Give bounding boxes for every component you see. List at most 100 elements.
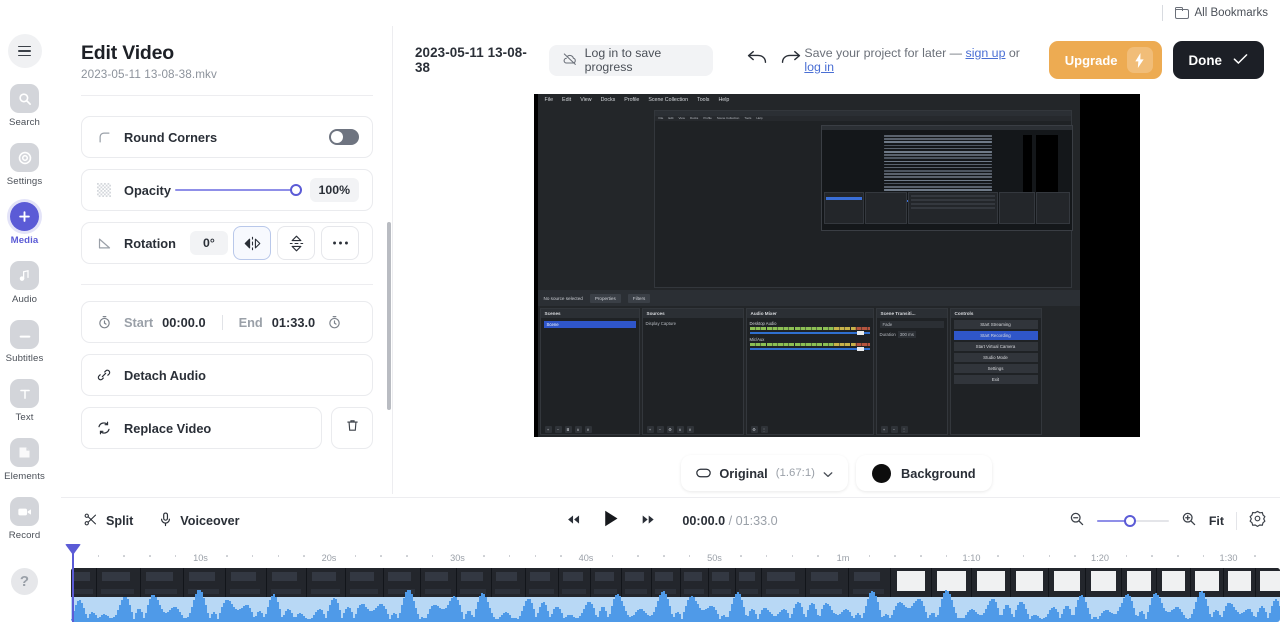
scissors-icon <box>83 512 98 530</box>
timeline[interactable]: 10s 20s 30s 40s 50s 1m 1:10 1:20 1:30 <box>61 544 1280 622</box>
ruler-minor-tick <box>508 555 511 557</box>
project-title[interactable]: 2023-05-11 13-08-38 <box>415 45 532 75</box>
video-clip[interactable] <box>71 568 1280 622</box>
obs-audio-mixer-title: Audio Mixer <box>746 309 873 318</box>
login-to-save-button[interactable]: Log in to save progress <box>548 44 714 76</box>
round-corners-toggle[interactable] <box>329 129 359 145</box>
delete-clip-button[interactable] <box>331 407 373 449</box>
all-bookmarks-button[interactable]: All Bookmarks <box>1174 7 1268 19</box>
ruler-minor-tick <box>277 555 280 557</box>
start-value[interactable]: 00:00.0 <box>162 315 205 330</box>
sidebar-item-settings[interactable]: Settings <box>0 143 49 187</box>
redo-arrow-icon <box>780 50 802 71</box>
clip-thumbnail <box>806 568 849 597</box>
upgrade-label: Upgrade <box>1064 52 1118 68</box>
obs-menu-docks: Docks <box>600 97 616 103</box>
round-corners-row[interactable]: Round Corners <box>81 116 373 158</box>
sidebar-label-elements: Elements <box>4 471 45 482</box>
help-icon[interactable]: ? <box>11 568 38 595</box>
obs-menu-view: View <box>580 97 592 103</box>
flip-vertical-button[interactable] <box>277 226 315 260</box>
end-value[interactable]: 01:33.0 <box>272 315 315 330</box>
undo-button[interactable] <box>743 45 771 75</box>
ruler-minor-tick <box>688 555 691 557</box>
opacity-slider-knob[interactable] <box>289 184 302 196</box>
aspect-ratio-button[interactable]: Original (1.67:1) <box>681 455 848 491</box>
sidebar-item-record[interactable]: Record <box>0 497 49 541</box>
end-stopwatch-icon[interactable] <box>325 315 343 330</box>
zoom-out-button[interactable] <box>1069 511 1085 532</box>
sidebar-item-text[interactable]: Text <box>0 379 49 423</box>
stopwatch-icon[interactable] <box>95 315 113 330</box>
ruler-minor-tick <box>303 555 305 557</box>
playhead[interactable] <box>72 544 74 622</box>
zoom-in-button[interactable] <box>1181 511 1197 532</box>
opacity-value[interactable]: 100% <box>309 178 359 202</box>
rewind-button[interactable] <box>563 511 583 531</box>
obs-transition-mode: Fade <box>879 321 944 328</box>
fit-button[interactable]: Fit <box>1209 514 1224 528</box>
ruler-minor-tick <box>637 555 639 557</box>
ruler-minor-tick <box>380 555 382 557</box>
obs-scene-item: Scene <box>543 321 636 328</box>
obs-properties-label: Properties <box>594 295 616 301</box>
obs-nested-window: File Edit View Docks Profile Scene Collection… <box>653 110 1073 288</box>
clip-thumbnail <box>346 568 384 597</box>
panel-scrollbar[interactable] <box>387 222 391 410</box>
video-camera-icon <box>10 497 39 526</box>
undo-arrow-icon <box>746 50 768 71</box>
ruler-minor-tick <box>483 555 485 557</box>
done-button[interactable]: Done <box>1172 41 1264 79</box>
sidebar-item-media[interactable]: Media <box>0 202 49 246</box>
trim-divider <box>221 314 223 330</box>
log-in-link[interactable]: log in <box>804 60 834 74</box>
clip-thumbnail <box>492 568 526 597</box>
background-button[interactable]: Background <box>855 455 992 491</box>
video-preview[interactable]: File Edit View Docks Profile Scene Colle… <box>533 94 1140 437</box>
obs-level-meter-mic <box>749 343 870 346</box>
timeline-ruler[interactable]: 10s 20s 30s 40s 50s 1m 1:10 1:20 1:30 <box>61 544 1280 566</box>
clip-thumbnail <box>1011 568 1049 597</box>
voiceover-label: Voiceover <box>180 514 240 528</box>
redo-button[interactable] <box>777 45 805 75</box>
ruler-minor-tick <box>251 555 254 557</box>
upgrade-button[interactable]: Upgrade <box>1048 41 1162 79</box>
flip-horizontal-button[interactable] <box>233 226 271 260</box>
time-separator: / <box>728 514 733 528</box>
playback-controls: 00:00.0 / 01:33.0 <box>563 508 778 535</box>
check-icon <box>1233 53 1248 68</box>
trim-row: Start 00:00.0 End 01:33.0 <box>81 301 373 343</box>
obs-filters-label: Filters <box>632 295 646 301</box>
sidebar-label-settings: Settings <box>6 176 43 187</box>
zoom-slider-knob[interactable] <box>1123 515 1136 527</box>
sidebar-item-audio[interactable]: Audio <box>0 261 49 305</box>
obs-no-source-label: No source selected <box>543 295 583 301</box>
sidebar-item-search[interactable]: Search <box>0 84 49 128</box>
voiceover-button[interactable]: Voiceover <box>159 512 240 530</box>
sidebar-item-elements[interactable]: Elements <box>0 438 49 482</box>
playback-time: 00:00.0 / 01:33.0 <box>682 514 777 528</box>
obs-filters-tab: Filters <box>627 293 651 303</box>
more-options-button[interactable] <box>321 226 359 260</box>
obs-scene-transitions-dock: Scene Transiti... Fade Duration 300 ms +… <box>875 308 948 435</box>
split-button[interactable]: Split <box>83 512 133 530</box>
ruler-minor-tick <box>354 555 357 557</box>
rotation-value[interactable]: 0° <box>189 231 228 255</box>
clip-thumbnail <box>97 568 141 597</box>
obs-start-recording: Start Recording <box>953 331 1038 340</box>
replace-video-button[interactable]: Replace Video <box>81 407 322 449</box>
obs-settings: Settings <box>953 364 1038 373</box>
sidebar-item-subtitles[interactable]: Subtitles <box>0 320 49 364</box>
forward-button[interactable] <box>638 511 658 531</box>
sidebar-label-text: Text <box>15 412 34 423</box>
zoom-slider[interactable] <box>1096 515 1169 527</box>
hamburger-icon[interactable] <box>7 34 42 68</box>
timeline-settings-button[interactable] <box>1249 510 1266 532</box>
detach-audio-button[interactable]: Detach Audio <box>81 354 373 396</box>
sign-up-link[interactable]: sign up <box>966 46 1006 60</box>
detach-audio-label: Detach Audio <box>124 367 206 383</box>
ruler-minor-tick <box>997 555 999 557</box>
opacity-slider[interactable] <box>174 184 302 196</box>
play-button[interactable] <box>597 508 624 535</box>
total-time: 01:33.0 <box>735 514 778 528</box>
